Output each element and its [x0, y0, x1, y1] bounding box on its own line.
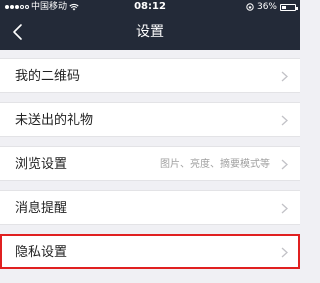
orientation-lock-icon: [246, 3, 254, 11]
setting-label: 消息提醒: [15, 201, 68, 216]
chevron-right-icon: [281, 159, 288, 170]
battery-percent: 36%: [256, 2, 277, 12]
status-right: 36%: [246, 0, 298, 14]
setting-unsent-gifts[interactable]: 未送出的礼物: [0, 102, 300, 137]
setting-label: 我的二维码: [15, 69, 81, 84]
page-title: 设置: [136, 24, 164, 40]
status-bar: 中国移动 08:12 36%: [0, 0, 300, 14]
chevron-right-icon: [281, 203, 288, 214]
chevron-right-icon: [281, 71, 288, 82]
chevron-right-icon: [281, 115, 288, 126]
setting-privacy[interactable]: 隐私设置: [0, 234, 300, 269]
chevron-right-icon: [281, 247, 288, 258]
setting-browse[interactable]: 浏览设置 图片、亮度、摘要模式等: [0, 146, 300, 181]
setting-label: 未送出的礼物: [15, 113, 94, 128]
setting-value: 图片、亮度、摘要模式等: [160, 159, 270, 170]
navigation-bar: 设置: [0, 14, 300, 50]
setting-label: 隐私设置: [15, 245, 68, 260]
battery-icon: [280, 3, 298, 11]
settings-list: 我的二维码 未送出的礼物 浏览设置 图片、亮度、摘要模式等 消息提醒 隐私设置: [0, 50, 300, 269]
setting-my-qrcode[interactable]: 我的二维码: [0, 58, 300, 93]
setting-label: 浏览设置: [15, 157, 68, 172]
setting-notifications[interactable]: 消息提醒: [0, 190, 300, 225]
